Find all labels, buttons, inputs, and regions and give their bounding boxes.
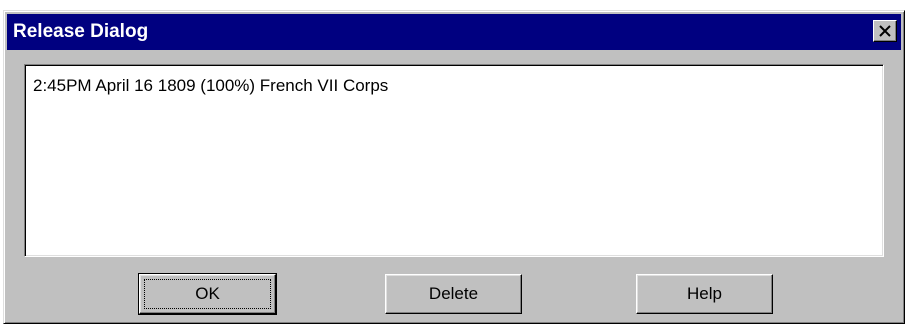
ok-button-label: OK (195, 284, 220, 303)
title-bar[interactable]: Release Dialog (7, 14, 901, 50)
list-item[interactable]: 2:45PM April 16 1809 (100%) French VII C… (33, 75, 388, 97)
ok-button[interactable]: OK (138, 273, 277, 315)
delete-button[interactable]: Delete (385, 274, 522, 314)
dialog-title: Release Dialog (13, 21, 149, 42)
help-button[interactable]: Help (636, 274, 773, 314)
close-icon (879, 25, 891, 37)
release-dialog: Release Dialog 2:45PM April 16 1809 (100… (3, 10, 905, 324)
close-button[interactable] (873, 20, 897, 42)
help-button-label: Help (687, 284, 722, 303)
delete-button-label: Delete (428, 284, 479, 303)
release-list[interactable]: 2:45PM April 16 1809 (100%) French VII C… (24, 64, 884, 257)
